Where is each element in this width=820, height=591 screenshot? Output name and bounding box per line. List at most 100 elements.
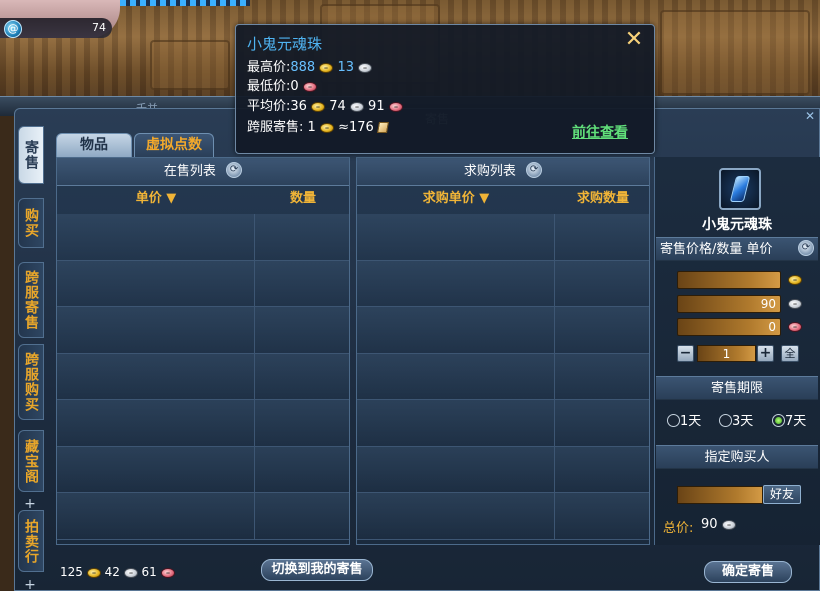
table-row[interactable] [357, 353, 649, 400]
quantity-all-button[interactable]: 全 [781, 345, 799, 362]
gold-coin-icon [319, 62, 334, 73]
quantity-decrease-button[interactable]: − [677, 345, 694, 362]
table-row[interactable] [57, 307, 349, 354]
quantity-header: 数量 [289, 191, 316, 206]
tooltip-item-name: 小鬼元魂珠 [247, 35, 323, 53]
silver-coin-icon [349, 101, 364, 112]
table-row[interactable] [357, 214, 649, 261]
tooltip-highest-price: 最高价:888 13 [247, 59, 373, 77]
wallet-balance: 125 42 61 [60, 565, 175, 579]
wallet-silver: 42 [104, 565, 120, 579]
period-7-day-radio[interactable]: 7天 [772, 414, 806, 430]
table-row[interactable] [357, 307, 649, 354]
gold-coin-icon [788, 275, 802, 285]
price-quantity-label: 寄售价格/数量 单价 [660, 242, 773, 257]
table-row[interactable] [357, 260, 649, 307]
table-row[interactable] [57, 400, 349, 447]
side-tab-buy[interactable]: 购买 [18, 198, 44, 248]
item-slot[interactable] [719, 168, 761, 210]
refresh-icon[interactable]: ⟳ [226, 162, 243, 178]
silver-coin-icon [358, 62, 373, 73]
side-tab-treasure-pavilion[interactable]: 藏宝阁 [18, 430, 44, 492]
sale-period-header: 寄售期限 [656, 376, 818, 400]
wall-carving [150, 40, 230, 90]
wallet-copper: 61 [141, 565, 157, 579]
quantity-input[interactable]: 1 [697, 345, 756, 362]
radio-icon [667, 414, 680, 427]
copper-price-input[interactable]: 0 [677, 318, 781, 336]
price-quantity-header: 寄售价格/数量 单价 [656, 237, 818, 261]
go-view-link[interactable]: 前往查看 [572, 122, 628, 142]
sort-buy-price-header[interactable]: 求购单价 ▼ [357, 186, 555, 212]
buy-list-grid [357, 214, 649, 544]
silver-coin-icon [721, 519, 736, 530]
item-price-tooltip: 小鬼元魂珠 ✕ 最高价:888 13 最低价:0 平均价:36 74 91 跨服… [235, 24, 655, 154]
close-icon[interactable]: ✕ [622, 29, 646, 53]
tooltip-lowest-price: 最低价:0 [247, 78, 317, 96]
side-tab-cross-server-buy[interactable]: 跨服购买 [18, 344, 44, 420]
close-icon[interactable]: ✕ [803, 109, 817, 123]
side-tab-auction[interactable]: 拍卖行 [18, 510, 44, 572]
side-tab-consign[interactable]: 寄售 [18, 126, 44, 184]
silver-price-input[interactable]: 90 [677, 295, 781, 313]
period-3-day-label: 3天 [732, 414, 754, 429]
period-7-day-label: 7天 [785, 414, 807, 429]
swirl-icon[interactable]: @ [4, 20, 22, 38]
silver-coin-icon [123, 567, 138, 578]
buy-list-header: 求购列表 ⟳ [357, 158, 649, 186]
gold-coin-icon [319, 122, 334, 133]
gold-coin-icon [86, 567, 101, 578]
tab-virtual-points[interactable]: 虚拟点数 [134, 133, 214, 157]
confirm-consign-button[interactable]: 确定寄售 [704, 561, 792, 583]
gold-coin-icon [311, 101, 326, 112]
copper-coin-icon [302, 81, 317, 92]
status-effects-strip [120, 0, 250, 6]
tab-items[interactable]: 物品 [56, 133, 132, 157]
buy-quantity-header: 求购数量 [576, 191, 629, 206]
switch-to-my-consignments-button[interactable]: 切换到我的寄售 [261, 559, 373, 581]
silver-coin-icon [788, 299, 802, 309]
gold-price-input[interactable] [677, 271, 781, 289]
friends-button[interactable]: 好友 [763, 485, 801, 504]
plus-icon[interactable]: + [22, 578, 38, 591]
radio-icon [719, 414, 732, 427]
side-tab-cross-server-consign[interactable]: 跨服寄售 [18, 262, 44, 338]
sale-list-title: 在售列表 [163, 164, 216, 179]
table-row[interactable] [357, 446, 649, 493]
plus-icon[interactable]: + [22, 497, 38, 511]
table-row[interactable] [57, 214, 349, 261]
soul-bead-icon [729, 176, 751, 202]
buy-list-panel: 求购列表 ⟳ 求购单价 ▼ 求购数量 [356, 157, 650, 545]
table-row[interactable] [57, 353, 349, 400]
sale-list-header: 在售列表 ⟳ [57, 158, 349, 186]
refresh-icon[interactable]: ⟳ [798, 240, 814, 256]
total-price-value: 90 [701, 517, 736, 532]
table-row[interactable] [357, 400, 649, 447]
buyer-name-input[interactable] [677, 486, 763, 504]
table-row[interactable] [57, 260, 349, 307]
wall-carving [660, 10, 810, 95]
radio-selected-icon [772, 414, 785, 427]
copper-coin-icon [388, 101, 403, 112]
table-row[interactable] [57, 493, 349, 540]
buy-list-title: 求购列表 [463, 164, 516, 179]
quantity-increase-button[interactable]: + [757, 345, 774, 362]
period-3-day-radio[interactable]: 3天 [719, 414, 753, 430]
wallet-gold: 125 [60, 565, 83, 579]
period-1-day-label: 1天 [680, 414, 702, 429]
sort-price-header[interactable]: 单价 ▼ [57, 186, 255, 212]
sale-list-grid [57, 214, 349, 544]
total-price-label: 总价: [663, 521, 694, 536]
tooltip-cross-server-price: 跨服寄售: 1 ≈176 [247, 119, 389, 137]
period-1-day-radio[interactable]: 1天 [667, 414, 701, 430]
table-row[interactable] [57, 446, 349, 493]
scroll-icon [376, 122, 389, 133]
copper-coin-icon [788, 322, 802, 332]
player-level: 74 [92, 21, 106, 34]
copper-coin-icon [160, 567, 175, 578]
designated-buyer-header: 指定购买人 [656, 445, 818, 469]
table-row[interactable] [357, 493, 649, 540]
tooltip-average-price: 平均价:36 74 91 [247, 98, 403, 116]
sale-list-panel: 在售列表 ⟳ 单价 ▼ 数量 [56, 157, 350, 545]
refresh-icon[interactable]: ⟳ [526, 162, 543, 178]
